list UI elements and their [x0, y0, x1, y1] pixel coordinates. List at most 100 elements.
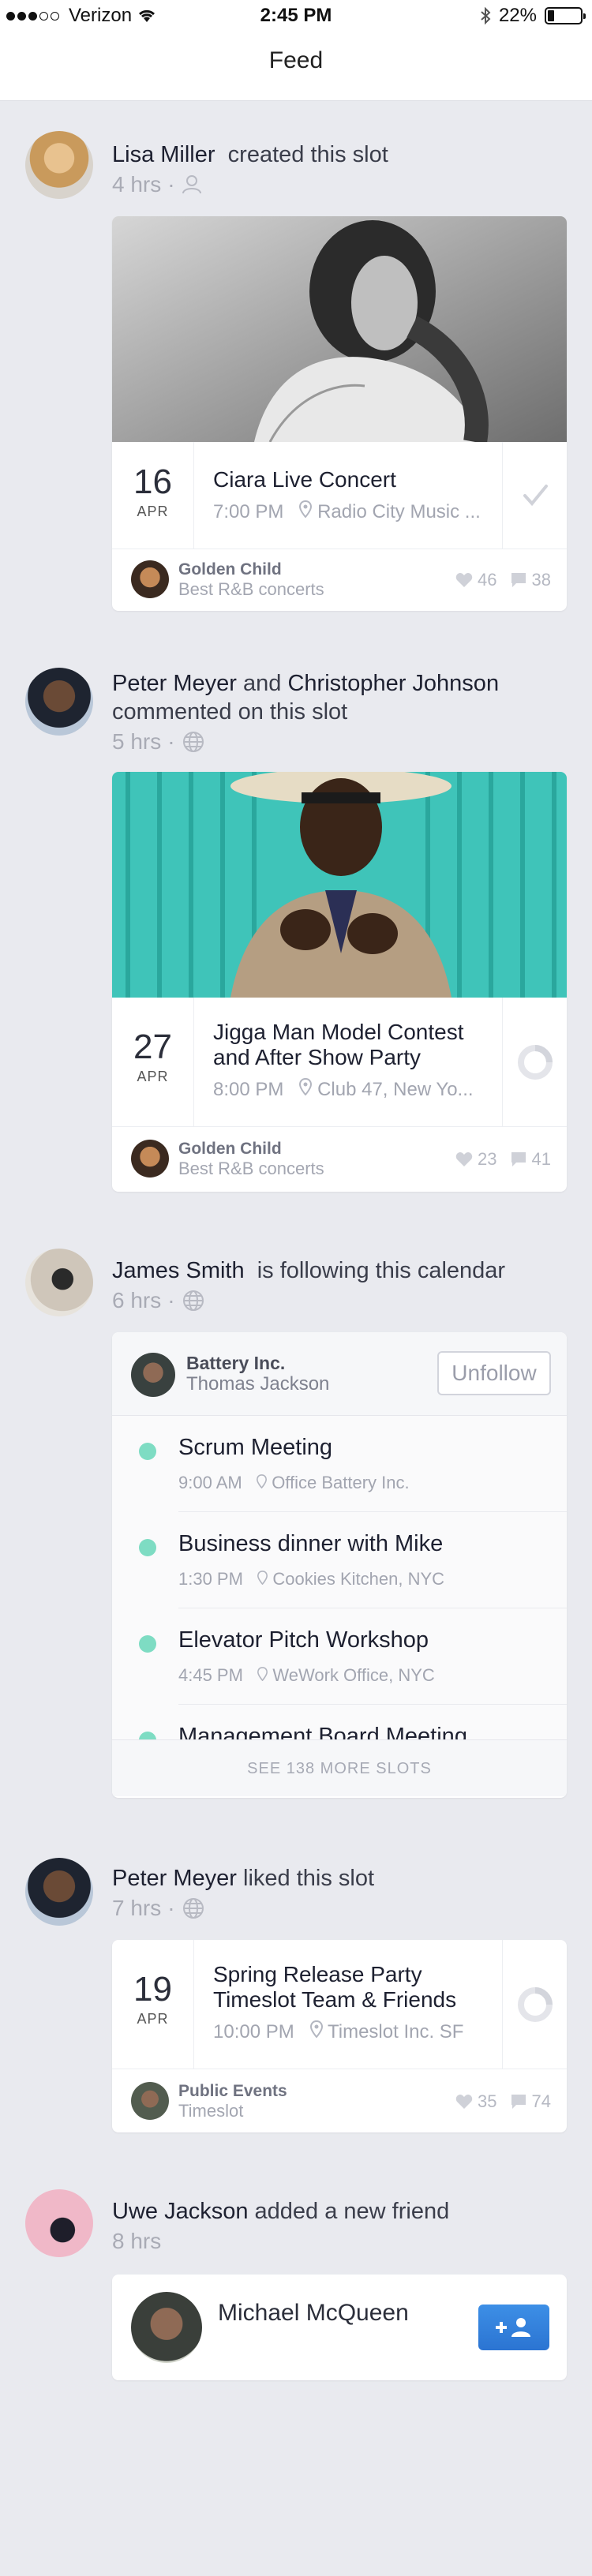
slot-time: 9:00 AM [178, 1473, 242, 1492]
feed-item: James Smith is following this calendar 6… [0, 1245, 592, 1798]
event-photo [112, 772, 567, 998]
calendar-header: Battery Inc. Thomas Jackson Unfollow [112, 1332, 567, 1416]
avatar[interactable] [25, 1249, 93, 1316]
globe-icon [182, 732, 204, 752]
page-title: Feed [268, 47, 324, 73]
likes-count: 46 [478, 570, 497, 590]
activity-meta: 8 hrs [112, 2229, 161, 2254]
event-day: 16 [133, 462, 172, 501]
event-row[interactable]: 27 APR Jigga Man Model Contest and After… [112, 998, 567, 1127]
slot-item[interactable]: Scrum Meeting 9:00 AM Office Battery Inc… [112, 1416, 567, 1512]
activity-meta: 7 hrs · [112, 1896, 205, 1921]
slot-meta: 1:30 PM Cookies Kitchen, NYC [178, 1569, 444, 1589]
calendar-name[interactable]: Battery Inc. [186, 1353, 285, 1374]
event-time: 10:00 PM [213, 2021, 294, 2042]
joiner-text: and [243, 671, 282, 696]
heart-icon [455, 573, 473, 587]
date-box: 16 APR [112, 442, 194, 549]
calendar-row[interactable]: Golden Child Best R&B concerts 23 41 [112, 1129, 567, 1190]
add-friend-button[interactable] [478, 2305, 549, 2350]
slot-dot [139, 1539, 156, 1556]
slot-item[interactable]: Management Board Meeting [112, 1705, 567, 1739]
unfollow-button[interactable]: Unfollow [437, 1351, 551, 1395]
calendar-name: Golden Child [178, 560, 282, 578]
slot-time: 4:45 PM [178, 1665, 243, 1685]
actor-name[interactable]: Lisa Miller [112, 142, 215, 167]
comments[interactable]: 41 [510, 1149, 551, 1170]
event-meta: 8:00 PM Club 47, New Yo... [213, 1078, 481, 1101]
friend-avatar[interactable] [131, 2292, 202, 2363]
slot-dot [139, 1732, 156, 1739]
event-photo [112, 216, 567, 442]
event-month: APR [137, 504, 169, 519]
event-card[interactable]: 19 APR Spring Release Party Timeslot Tea… [112, 1940, 567, 2132]
slot-dot [139, 1443, 156, 1460]
comments[interactable]: 38 [510, 570, 551, 590]
slot-location: WeWork Office, NYC [272, 1665, 435, 1685]
battery-icon [545, 7, 586, 24]
calendar-row[interactable]: Public Events Timeslot 35 74 [112, 2071, 567, 2132]
likes[interactable]: 35 [455, 2091, 497, 2112]
event-card[interactable]: 27 APR Jigga Man Model Contest and After… [112, 772, 567, 1192]
loading-spinner[interactable] [502, 1940, 567, 2069]
event-row[interactable]: 16 APR Ciara Live Concert 7:00 PM Radio … [112, 442, 567, 549]
likes[interactable]: 46 [455, 570, 497, 590]
likes[interactable]: 23 [455, 1149, 497, 1170]
calendar-row[interactable]: Golden Child Best R&B concerts 46 38 [112, 549, 567, 611]
avatar[interactable] [25, 668, 93, 736]
calendar-name: Golden Child [178, 1140, 282, 1158]
event-meta: 10:00 PM Timeslot Inc. SF [213, 2020, 481, 2043]
slot-item[interactable]: Business dinner with Mike 1:30 PM Cookie… [112, 1512, 567, 1608]
event-time: 8:00 PM [213, 1079, 284, 1100]
event-card[interactable]: 16 APR Ciara Live Concert 7:00 PM Radio … [112, 216, 567, 611]
friend-card[interactable]: Michael McQueen [112, 2275, 567, 2380]
actor-name[interactable]: Christopher Johnson [287, 671, 499, 696]
avatar[interactable] [25, 131, 93, 199]
loading-spinner[interactable] [502, 998, 567, 1127]
friend-name[interactable]: Michael McQueen [218, 2298, 439, 2327]
event-time: 7:00 PM [213, 501, 284, 522]
top-bar: Verizon 2:45 PM 22% Feed [0, 0, 592, 101]
actor-name[interactable]: Uwe Jackson [112, 2199, 248, 2224]
calendar-subtitle: Best R&B concerts [178, 579, 324, 599]
avatar[interactable] [25, 2189, 93, 2257]
see-more-button[interactable]: SEE 138 MORE SLOTS [112, 1739, 567, 1796]
event-location: Timeslot Inc. SF [327, 2021, 464, 2042]
slot-item[interactable]: Elevator Pitch Workshop 4:45 PM WeWork O… [112, 1608, 567, 1705]
slot-list[interactable]: Scrum Meeting 9:00 AM Office Battery Inc… [112, 1416, 567, 1739]
status-bar: Verizon 2:45 PM 22% [0, 0, 592, 32]
event-row[interactable]: 19 APR Spring Release Party Timeslot Tea… [112, 1940, 567, 2069]
event-title: Ciara Live Concert [213, 467, 396, 492]
globe-icon [182, 1898, 204, 1919]
globe-icon [182, 1290, 204, 1311]
activity-meta: 4 hrs · [112, 172, 202, 197]
checkmark-icon [523, 485, 548, 507]
comments-count: 38 [531, 570, 551, 590]
calendar-avatar [131, 2082, 169, 2120]
feed-item: Peter Meyer and Christopher Johnson comm… [0, 665, 592, 1201]
time-ago: 5 hrs [112, 729, 162, 754]
activity-meta: 6 hrs · [112, 1288, 205, 1313]
calendar-card[interactable]: Battery Inc. Thomas Jackson Unfollow Scr… [112, 1332, 567, 1798]
date-box: 27 APR [112, 998, 194, 1127]
comments-count: 74 [531, 2091, 551, 2111]
date-box: 19 APR [112, 1940, 194, 2069]
activity-text: Peter Meyer and Christopher Johnson comm… [112, 669, 578, 726]
calendar-avatar [131, 560, 169, 598]
calendar-subtitle: Best R&B concerts [178, 1159, 324, 1178]
avatar[interactable] [25, 1858, 93, 1926]
likes-count: 35 [478, 2091, 497, 2111]
location-pin-icon [299, 500, 313, 519]
actor-name[interactable]: Peter Meyer [112, 671, 237, 696]
calendar-name: Public Events [178, 2082, 287, 2100]
time-ago: 6 hrs [112, 1288, 162, 1312]
actor-name[interactable]: James Smith [112, 1258, 245, 1283]
calendar-subtitle: Timeslot [178, 2101, 244, 2121]
actor-name[interactable]: Peter Meyer [112, 1866, 237, 1891]
comments[interactable]: 74 [510, 2091, 551, 2112]
attend-toggle[interactable] [502, 442, 567, 549]
spinner-icon [518, 1045, 553, 1080]
spinner-icon [518, 1987, 553, 2022]
feed-item: Lisa Miller created this slot 4 hrs · 16 … [0, 126, 592, 616]
time-ago: 4 hrs [112, 172, 162, 197]
